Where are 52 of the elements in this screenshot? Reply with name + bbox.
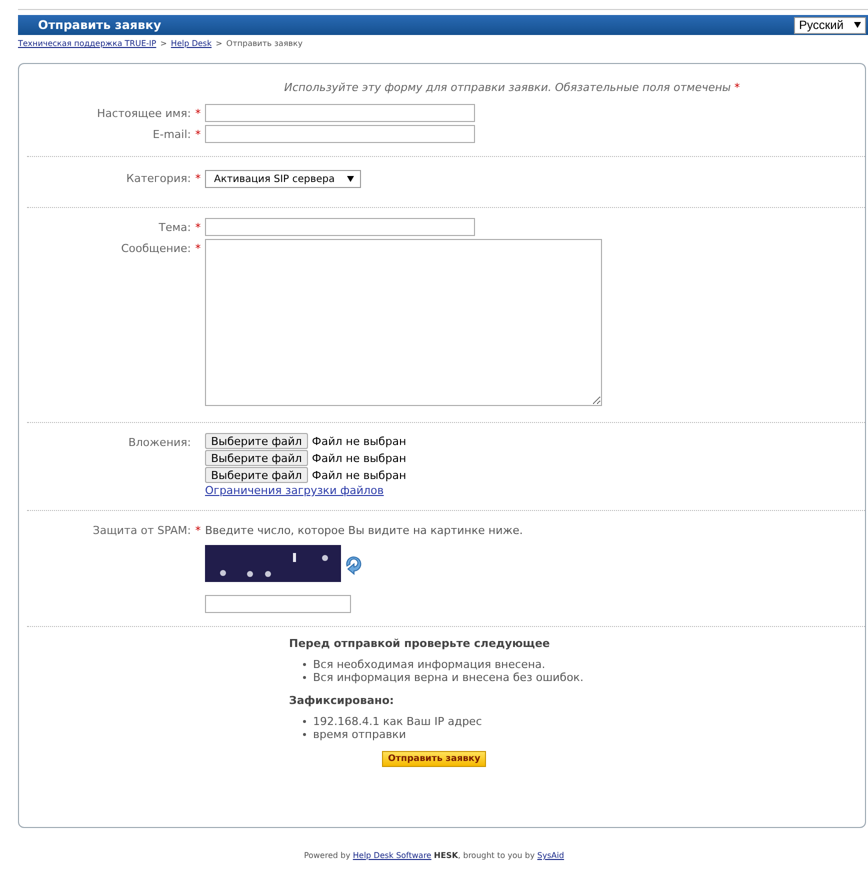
field-label: Настоящее имя: — [97, 107, 191, 120]
submit-button[interactable]: Отправить заявку — [382, 751, 486, 767]
category-select[interactable]: Активация SIP сервера — [205, 170, 361, 188]
checklist-item: Вся информация верна и внесена без ошибок. — [313, 671, 584, 684]
field-label: Вложения: — [128, 436, 191, 449]
required-mark: * — [734, 81, 740, 94]
footer-text: Powered by Help Desk Software HESK, brought to you by SysAid — [304, 851, 564, 860]
checklist-title: Перед отправкой проверьте следующее — [289, 637, 551, 650]
captcha-hint: Введите число, которое Вы видите на картинке ниже. — [205, 523, 524, 537]
required-mark: * — [195, 242, 201, 255]
field-label: Сообщение: — [121, 242, 191, 255]
bullet-icon — [303, 733, 306, 736]
recorded-item: 192.168.4.1 как Ваш IP адрес — [313, 715, 482, 728]
intro-text: Используйте эту форму для отправки заявки. Обязательные поля отмечены — [284, 81, 731, 94]
checklist-item: Вся необходимая информация внесена. — [313, 658, 546, 671]
choose-file-button[interactable]: Выберите файл — [205, 467, 308, 483]
bullet-icon — [303, 676, 306, 679]
file-status: Файл не выбран — [312, 452, 406, 464]
recorded-title: Зафиксировано: — [289, 694, 395, 707]
breadcrumb-separator: > — [216, 39, 222, 48]
input-field[interactable] — [205, 104, 475, 122]
choose-file-button[interactable]: Выберите файл — [205, 433, 308, 449]
input-field[interactable] — [205, 125, 475, 143]
breadcrumb-link[interactable]: Техническая поддержка TRUE-IP — [18, 39, 156, 48]
field-label: Защита от SPAM: — [92, 524, 191, 537]
required-mark: * — [195, 128, 201, 141]
required-mark: * — [195, 172, 201, 185]
caret-icon — [854, 22, 861, 28]
bullet-icon — [303, 663, 306, 666]
captcha-field[interactable] — [205, 595, 351, 613]
file-status: Файл не выбран — [312, 468, 406, 482]
field-label: Тема: — [158, 221, 191, 234]
required-mark: * — [195, 524, 201, 537]
message-field[interactable] — [205, 239, 602, 406]
field-label: E-mail: — [152, 128, 191, 141]
file-status: Файл не выбран — [312, 434, 406, 448]
input-field[interactable] — [205, 218, 475, 236]
footer-link[interactable]: SysAid — [537, 851, 564, 860]
breadcrumb-current: Отправить заявку — [226, 39, 303, 48]
page-title: Отправить заявку — [38, 18, 162, 32]
required-mark: * — [195, 221, 201, 234]
file-limits-link[interactable]: Ограничения загрузки файлов — [205, 484, 384, 497]
recorded-item: время отправки — [313, 728, 406, 741]
language-select[interactable]: Русский — [794, 16, 866, 34]
bullet-icon — [303, 720, 306, 723]
field-label: Категория: — [126, 172, 191, 185]
required-mark: * — [195, 107, 201, 120]
breadcrumb-separator: > — [160, 39, 167, 48]
breadcrumb-link[interactable]: Help Desk — [170, 39, 212, 48]
choose-file-button[interactable]: Выберите файл — [205, 450, 308, 466]
caret-icon — [347, 176, 354, 182]
footer-link[interactable]: Help Desk Software — [352, 851, 432, 860]
